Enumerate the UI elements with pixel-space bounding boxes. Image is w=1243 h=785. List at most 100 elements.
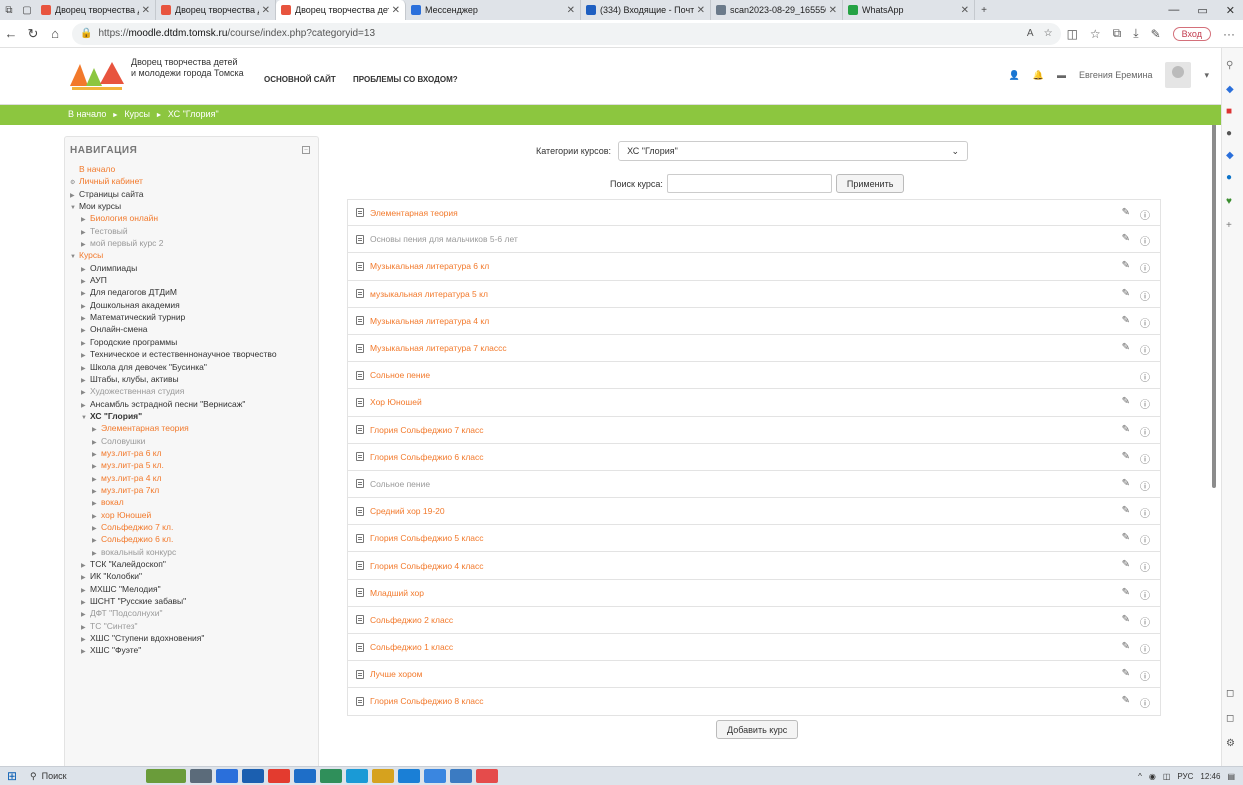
course-link[interactable]: Хор Юношей (370, 397, 422, 407)
course-info-icon[interactable]: ⓘ (1140, 424, 1150, 439)
favorites-icon[interactable]: ☆ (1090, 27, 1101, 41)
tab-close-icon[interactable]: ✕ (262, 5, 270, 16)
nav-item[interactable]: ▶ Сольфеджио 6 кл. (70, 533, 318, 545)
course-link[interactable]: Музыкальная литература 6 кл (370, 261, 489, 271)
taskbar-app-icon[interactable] (450, 769, 472, 783)
course-info-icon[interactable]: ⓘ (1140, 505, 1150, 520)
nav-item[interactable]: ▶ Техническое и естественнонаучное творче… (70, 348, 318, 360)
nav-item[interactable]: ▶ мой первый курс 2 (70, 237, 318, 249)
course-link[interactable]: Младший хор (370, 588, 424, 598)
edit-course-icon[interactable]: ✎ (1122, 260, 1130, 275)
taskbar-telegram-icon[interactable] (424, 769, 446, 783)
nav-item[interactable]: ⚙ Личный кабинет (70, 175, 318, 187)
notifications-icon[interactable]: 🔔 (1033, 70, 1044, 81)
favorite-star-icon[interactable]: ☆ (1044, 28, 1053, 39)
course-link[interactable]: Глория Сольфеджио 8 класс (370, 696, 484, 706)
sidebar-add-icon[interactable]: + (1226, 220, 1232, 231)
url-field[interactable]: 🔒 https://moodle.dtdm.tomsk.ru/course/in… (72, 22, 1061, 45)
course-link[interactable]: Сольное пение (370, 370, 430, 380)
nav-item[interactable]: ▶ МХШС "Мелодия" (70, 583, 318, 595)
split-screen-icon[interactable]: ◫ (1067, 27, 1078, 41)
course-info-icon[interactable]: ⓘ (1140, 695, 1150, 710)
edit-course-icon[interactable]: ✎ (1122, 424, 1130, 439)
course-link[interactable]: Глория Сольфеджио 5 класс (370, 533, 484, 543)
browser-tab[interactable]: Дворец творчества детей и м✕ (36, 0, 156, 20)
nav-item[interactable]: ▶ ТСК "Калейдоскоп" (70, 558, 318, 570)
tab-close-icon[interactable]: ✕ (829, 5, 837, 16)
edit-course-icon[interactable]: ✎ (1122, 342, 1130, 357)
course-link[interactable]: музыкальная литература 5 кл (370, 289, 488, 299)
course-info-icon[interactable]: ⓘ (1140, 478, 1150, 493)
edit-course-icon[interactable]: ✎ (1122, 614, 1130, 629)
edit-course-icon[interactable]: ✎ (1122, 396, 1130, 411)
tab-close-icon[interactable]: ✕ (392, 5, 400, 16)
tab-close-icon[interactable]: ✕ (142, 5, 150, 16)
browser-tab[interactable]: (334) Входящие - Почта Mail.r✕ (581, 0, 711, 20)
site-logo-icon[interactable] (66, 56, 126, 94)
edit-course-icon[interactable]: ✎ (1122, 233, 1130, 248)
tab-close-icon[interactable]: ✕ (961, 5, 969, 16)
nav-item[interactable]: ▶ ИК "Колобки" (70, 570, 318, 582)
edit-course-icon[interactable]: ✎ (1122, 451, 1130, 466)
nav-item[interactable]: ▶ ШСНТ "Русские забавы" (70, 595, 318, 607)
nav-item[interactable]: ▶ Страницы сайта (70, 188, 318, 200)
edit-course-icon[interactable]: ✎ (1122, 668, 1130, 683)
tray-chevron-icon[interactable]: ^ (1138, 772, 1142, 781)
nav-item[interactable]: ▶ вокальный конкурс (70, 546, 318, 558)
browser-tab[interactable]: Дворец творчества детей и м✕ (156, 0, 276, 20)
sidebar-hide-icon[interactable]: ◻ (1226, 713, 1234, 724)
messages-icon[interactable]: ▬ (1057, 70, 1066, 80)
nav-item[interactable]: ▶ Математический турнир (70, 311, 318, 323)
nav-item[interactable]: ▶ вокал (70, 496, 318, 508)
nav-item[interactable]: ▶ Ансамбль эстрадной песни "Вернисаж" (70, 398, 318, 410)
edit-course-icon[interactable]: ✎ (1122, 207, 1130, 222)
course-link[interactable]: Глория Сольфеджио 7 класс (370, 425, 484, 435)
course-info-icon[interactable]: ⓘ (1140, 587, 1150, 602)
edit-course-icon[interactable]: ✎ (1122, 288, 1130, 303)
nav-item[interactable]: ▶ ТС "Синтез" (70, 620, 318, 632)
course-link[interactable]: Музыкальная литература 7 классс (370, 343, 507, 353)
extensions-icon[interactable]: ✎ (1151, 27, 1161, 41)
tray-language[interactable]: РУС (1177, 772, 1193, 781)
course-info-icon[interactable]: ⓘ (1140, 342, 1150, 357)
nav-item[interactable]: ▶ Школа для девочек "Бусинка" (70, 361, 318, 373)
nav-item[interactable]: ▶ муз.лит-ра 6 кл (70, 447, 318, 459)
edit-course-icon[interactable]: ✎ (1122, 695, 1130, 710)
tab-actions-icon[interactable]: ▢ (18, 0, 36, 20)
browser-tab[interactable]: scan2023-08-29_1655501.pdf✕ (711, 0, 843, 20)
nav-item[interactable]: ▶ АУП (70, 274, 318, 286)
edit-course-icon[interactable]: ✎ (1122, 478, 1130, 493)
course-info-icon[interactable]: ⓘ (1140, 532, 1150, 547)
taskbar-yandex-icon[interactable] (268, 769, 290, 783)
edit-course-icon[interactable]: ✎ (1122, 315, 1130, 330)
taskbar-chrome-icon[interactable] (216, 769, 238, 783)
home-icon[interactable]: ⌂ (44, 26, 66, 41)
nav-item[interactable]: ▶ Олимпиады (70, 262, 318, 274)
minimize-icon[interactable]: — (1168, 4, 1179, 17)
course-info-icon[interactable]: ⓘ (1140, 668, 1150, 683)
taskbar-mail-icon[interactable] (242, 769, 264, 783)
course-link[interactable]: Музыкальная литература 4 кл (370, 316, 489, 326)
collapse-block-icon[interactable]: – (302, 146, 310, 154)
tray-clock[interactable]: 12:46 (1200, 772, 1220, 781)
course-search-input[interactable] (666, 174, 832, 193)
main-site-link[interactable]: ОСНОВНОЙ САЙТ (264, 75, 336, 84)
login-problems-link[interactable]: ПРОБЛЕМЫ СО ВХОДОМ? (353, 75, 458, 84)
course-link[interactable]: Основы пения для мальчиков 5-6 лет (370, 234, 518, 244)
restore-icon[interactable]: ▭ (1197, 4, 1207, 17)
taskbar-store-icon[interactable] (398, 769, 420, 783)
taskbar-word-icon[interactable] (294, 769, 316, 783)
nav-item[interactable]: ▶ Сольфеджио 7 кл. (70, 521, 318, 533)
nav-item[interactable]: В начало (70, 163, 318, 175)
sidebar-people-icon[interactable]: ● (1226, 128, 1232, 139)
taskbar-edge-icon[interactable] (346, 769, 368, 783)
tab-close-icon[interactable]: ✕ (567, 5, 575, 16)
sidebar-fullscreen-icon[interactable]: ◻ (1226, 688, 1234, 699)
avatar[interactable] (1165, 62, 1192, 88)
course-info-icon[interactable]: ⓘ (1140, 315, 1150, 330)
new-tab-button[interactable]: + (975, 0, 993, 20)
nav-item[interactable]: ▼ Курсы (70, 249, 318, 261)
nav-item[interactable]: ▼ Мои курсы (70, 200, 318, 212)
taskbar-folder-icon[interactable] (372, 769, 394, 783)
collections-icon[interactable]: ⧉ (1113, 26, 1122, 41)
